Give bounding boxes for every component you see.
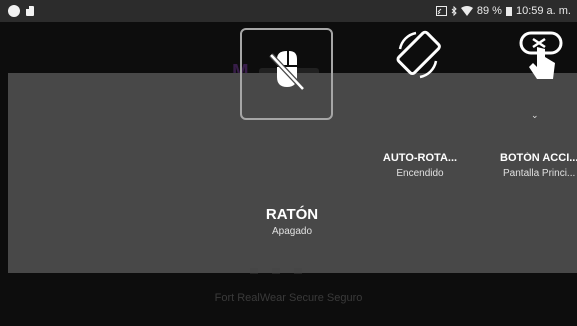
cast-icon [435,6,447,16]
background-nav-icons [250,268,302,274]
tile-status-auto-rotate: Encendido [396,168,444,179]
background-icon [272,268,280,274]
clock: 10:59 a. m. [515,5,571,17]
footer-text: Fort RealWear Secure Seguro [214,292,363,304]
battery-icon [505,7,512,16]
background-icon [294,268,302,274]
touch-button-icon[interactable] [515,27,571,83]
screen-rotation-icon[interactable] [390,27,446,83]
status-left-icons [8,5,34,17]
wifi-icon [460,6,473,16]
tile-status-mouse: Apagado [271,226,313,237]
tile-label-auto-rotate: AUTO-ROTA... [382,152,458,164]
battery-percent: 89 % [476,5,502,17]
tile-label-action-button: BOTÓN ACCI... [500,152,577,164]
bluetooth-icon [451,6,457,16]
chevron-down-icon[interactable]: ⌄ [531,110,539,121]
tile-label-mouse: RATÓN [265,206,319,223]
notification-dot-icon [8,5,20,17]
status-bar: 89 % 10:59 a. m. [0,0,577,22]
status-right: 89 % 10:59 a. m. [435,5,571,17]
mouse-off-icon[interactable] [263,49,311,95]
sd-card-icon [26,6,34,16]
background-icon [250,268,258,274]
tile-status-action-button: Pantalla Princi... [503,168,576,179]
